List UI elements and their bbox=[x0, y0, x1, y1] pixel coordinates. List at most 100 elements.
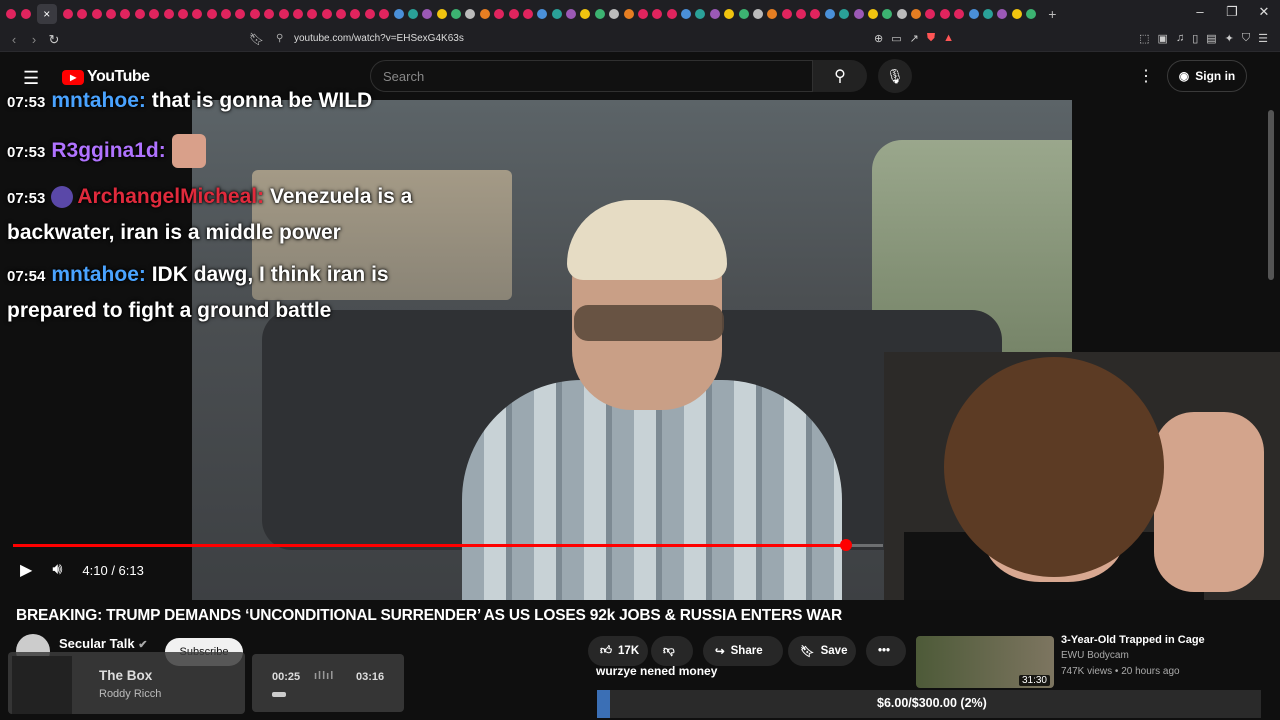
tab-favicon-icon[interactable] bbox=[494, 9, 505, 19]
tab-favicon-icon[interactable] bbox=[278, 9, 289, 19]
voice-search-button[interactable]: 🎙︎ bbox=[878, 59, 912, 93]
tab-favicon-icon[interactable] bbox=[695, 9, 706, 19]
tab-favicon-icon[interactable] bbox=[724, 9, 735, 19]
tab-favicon-icon[interactable] bbox=[925, 9, 936, 19]
tab-favicon-icon[interactable] bbox=[580, 9, 591, 19]
tab-favicon-icon[interactable] bbox=[307, 9, 318, 19]
tab-favicon-icon[interactable] bbox=[264, 9, 275, 19]
tab-favicon-icon[interactable] bbox=[350, 9, 361, 19]
tab-favicon-icon[interactable] bbox=[407, 9, 418, 19]
page-scrollbar[interactable] bbox=[1268, 110, 1274, 280]
tab-favicon-icon[interactable] bbox=[839, 9, 850, 19]
tab-favicon-icon[interactable] bbox=[623, 9, 634, 19]
tab-favicon-icon[interactable] bbox=[767, 9, 778, 19]
tab-favicon-icon[interactable] bbox=[968, 9, 979, 19]
leo-icon[interactable]: ✦ bbox=[1225, 32, 1234, 45]
site-info-icon[interactable]: ⚲ bbox=[276, 33, 283, 44]
tab-favicon-icon[interactable] bbox=[537, 9, 548, 19]
tab-favicon-icon[interactable] bbox=[393, 9, 404, 19]
guide-menu-icon[interactable]: ☰ bbox=[23, 68, 39, 89]
play-icon[interactable]: ▶ bbox=[20, 560, 32, 580]
recommended-thumbnail[interactable]: 31:30 bbox=[916, 636, 1054, 688]
tab-favicon-icon[interactable] bbox=[149, 9, 160, 19]
bookmark-icon[interactable]: 🔖︎ bbox=[249, 32, 264, 46]
cast-icon[interactable]: ▭ bbox=[891, 32, 901, 45]
recommended-video[interactable]: 31:30 3-Year-Old Trapped in Cage EWU Bod… bbox=[916, 634, 1266, 690]
more-options-icon[interactable]: ⋮ bbox=[1138, 66, 1154, 86]
close-window-button[interactable]: ✕ bbox=[1248, 4, 1280, 20]
recommended-channel[interactable]: EWU Bodycam bbox=[1061, 650, 1129, 661]
wallet-icon[interactable]: ▣ bbox=[1158, 32, 1168, 45]
tab-favicon-icon[interactable] bbox=[824, 9, 835, 19]
tab-favicon-icon[interactable] bbox=[781, 9, 792, 19]
youtube-logo[interactable]: ▶ YouTube bbox=[62, 68, 150, 86]
tabs-icon[interactable]: ▤ bbox=[1206, 32, 1216, 45]
tab-favicon-icon[interactable] bbox=[192, 9, 203, 19]
tab-favicon-icon[interactable] bbox=[853, 9, 864, 19]
tab-favicon-icon[interactable] bbox=[896, 9, 907, 19]
url-input[interactable]: youtube.com/watch?v=EHSexG4K63s bbox=[294, 33, 464, 44]
tab-favicon-icon[interactable] bbox=[594, 9, 605, 19]
tab-favicon-icon[interactable] bbox=[911, 9, 922, 19]
tab-favicon-icon[interactable] bbox=[738, 9, 749, 19]
tab-favicon-icon[interactable] bbox=[235, 9, 246, 19]
tab-favicon-icon[interactable] bbox=[77, 9, 88, 19]
tab-favicon-icon[interactable] bbox=[810, 9, 821, 19]
tab-favicon-icon[interactable] bbox=[752, 9, 763, 19]
sign-in-button[interactable]: ◉ Sign in bbox=[1167, 60, 1247, 92]
sidebar-icon[interactable]: ▯ bbox=[1192, 32, 1198, 45]
tab-favicon-icon[interactable] bbox=[637, 9, 648, 19]
tab-favicon-icon[interactable] bbox=[436, 9, 447, 19]
tab-favicon-icon[interactable] bbox=[666, 9, 677, 19]
minimize-button[interactable]: – bbox=[1184, 4, 1216, 20]
extensions-icon[interactable]: ⬚ bbox=[1139, 32, 1149, 45]
tab-favicon-icon[interactable] bbox=[364, 9, 375, 19]
tab-favicon-icon[interactable] bbox=[91, 9, 102, 19]
like-button[interactable]: 👍︎ 17K bbox=[588, 636, 648, 666]
video-player[interactable]: 07:53 mntahoe: that is gonna be WILD 07:5… bbox=[0, 52, 1280, 600]
tab-favicon-icon[interactable] bbox=[954, 9, 965, 19]
tab-favicon-icon[interactable] bbox=[997, 9, 1008, 19]
back-icon[interactable]: ‹ bbox=[4, 32, 24, 47]
forward-icon[interactable]: › bbox=[24, 32, 44, 47]
recommended-title[interactable]: 3-Year-Old Trapped in Cage bbox=[1061, 634, 1205, 646]
search-input[interactable]: Search bbox=[370, 60, 813, 92]
tab-favicon-icon[interactable] bbox=[551, 9, 562, 19]
tab-favicon-icon[interactable] bbox=[508, 9, 519, 19]
tab-favicon-icon[interactable] bbox=[465, 9, 476, 19]
tab-favicon-icon[interactable] bbox=[62, 9, 73, 19]
menu-icon[interactable]: ☰ bbox=[1258, 32, 1268, 45]
tab-favicon-icon[interactable] bbox=[566, 9, 577, 19]
tab-favicon-icon[interactable] bbox=[221, 9, 232, 19]
tab-favicon-icon[interactable] bbox=[982, 9, 993, 19]
tab-favicon-icon[interactable] bbox=[652, 9, 663, 19]
tab-favicon-icon[interactable] bbox=[134, 9, 145, 19]
tab-favicon-icon[interactable] bbox=[292, 9, 303, 19]
tab-favicon-icon[interactable] bbox=[422, 9, 433, 19]
tab-favicon-icon[interactable] bbox=[336, 9, 347, 19]
save-button[interactable]: 🔖︎ Save bbox=[788, 636, 856, 666]
tab-favicon-icon[interactable] bbox=[106, 9, 117, 19]
tab-favicon-icon[interactable] bbox=[321, 9, 332, 19]
tab-favicon-icon[interactable] bbox=[939, 9, 950, 19]
share-page-icon[interactable]: ↗ bbox=[910, 32, 919, 45]
tab-favicon-icon[interactable] bbox=[451, 9, 462, 19]
tab-favicon-icon[interactable] bbox=[796, 9, 807, 19]
tab-strip[interactable]: × + bbox=[4, 4, 1056, 24]
new-tab-button[interactable]: + bbox=[1048, 6, 1056, 22]
tab-favicon-icon[interactable] bbox=[681, 9, 692, 19]
tab-favicon-icon[interactable] bbox=[177, 9, 188, 19]
tab-favicon-icon[interactable] bbox=[609, 9, 620, 19]
tab-favicon-icon[interactable] bbox=[6, 9, 17, 19]
tab-favicon-icon[interactable] bbox=[709, 9, 720, 19]
tab-favicon-icon[interactable] bbox=[120, 9, 131, 19]
tab-favicon-icon[interactable] bbox=[1026, 9, 1037, 19]
tab-favicon-icon[interactable] bbox=[206, 9, 217, 19]
tab-favicon-icon[interactable] bbox=[163, 9, 174, 19]
progress-bar[interactable] bbox=[13, 539, 883, 551]
tab-favicon-icon[interactable] bbox=[479, 9, 490, 19]
volume-icon[interactable]: 🔊︎ bbox=[52, 561, 62, 579]
dislike-button[interactable]: 👎︎ bbox=[651, 636, 693, 666]
tab-close-icon[interactable]: × bbox=[36, 4, 57, 24]
rewards-icon[interactable]: ▲ bbox=[943, 32, 954, 45]
